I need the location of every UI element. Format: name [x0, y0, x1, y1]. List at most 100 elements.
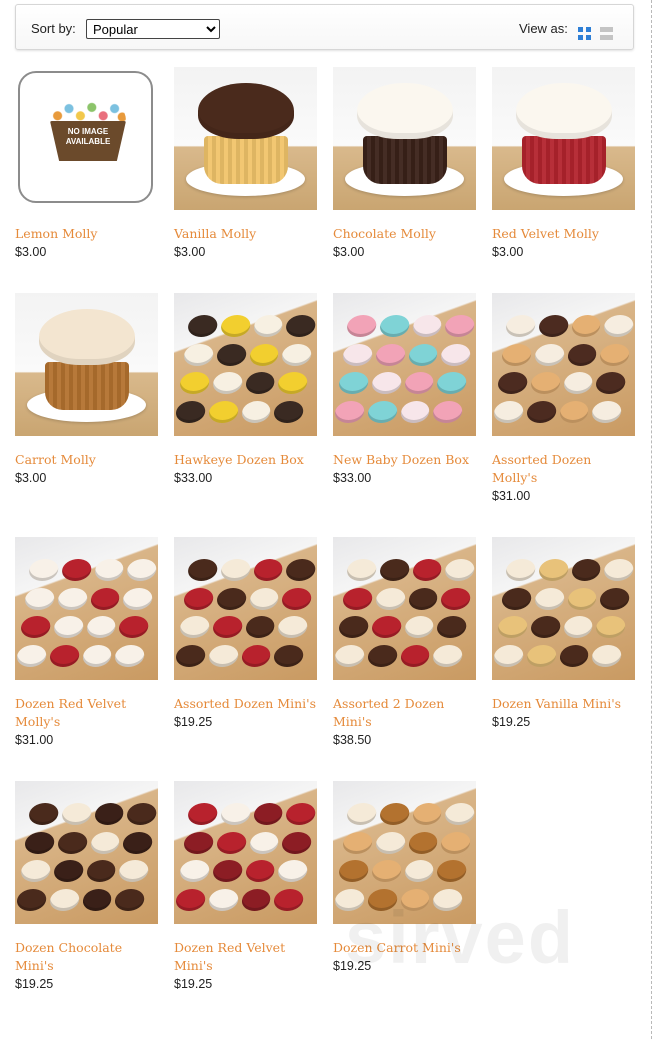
product-image[interactable] [492, 537, 635, 680]
product-image[interactable] [333, 537, 476, 680]
cupcake-in-box [252, 803, 284, 825]
product-card[interactable]: Dozen Vanilla Mini's $19.25 [492, 537, 635, 731]
product-card[interactable]: Red Velvet Molly $3.00 [492, 67, 635, 261]
list-view-icon[interactable] [600, 27, 613, 40]
product-card[interactable]: New Baby Dozen Box $33.00 [333, 293, 476, 487]
cupcake-box-contents [492, 315, 635, 425]
cupcake-in-box [121, 831, 154, 854]
cupcake-in-box [525, 400, 558, 423]
product-price: $3.00 [15, 471, 47, 485]
cupcake-in-box [117, 616, 150, 638]
cupcake-in-box [248, 343, 280, 366]
cupcake-in-box [52, 860, 85, 882]
product-image[interactable] [333, 293, 476, 436]
product-card[interactable]: Vanilla Molly $3.00 [174, 67, 317, 261]
cupcake-in-box [411, 803, 443, 825]
cupcake-in-box [533, 343, 566, 366]
product-image[interactable] [174, 293, 317, 436]
cupcake-in-box [60, 803, 93, 825]
product-name-link[interactable]: Dozen Red Velvet Molly's [15, 695, 158, 731]
cupcake-in-box [174, 644, 207, 667]
view-as-label: View as: [519, 21, 568, 36]
sort-select[interactable]: Popular [86, 19, 220, 39]
cupcake-in-box [558, 400, 590, 423]
product-name-link[interactable]: Red Velvet Molly [492, 225, 635, 243]
product-price: $33.00 [174, 471, 213, 485]
sprinkles-icon [50, 99, 126, 123]
product-card[interactable]: Dozen Red Velvet Mini's $19.25 [174, 781, 317, 993]
product-image[interactable] [174, 67, 317, 210]
product-image[interactable] [15, 537, 158, 680]
cupcake-in-box [537, 559, 570, 581]
product-name-link[interactable]: Dozen Red Velvet Mini's [174, 939, 317, 975]
cupcake-in-box [280, 343, 313, 366]
product-name-link[interactable]: Chocolate Molly [333, 225, 476, 243]
page-edge-divider [651, 0, 652, 1039]
cupcake-in-box [56, 831, 89, 854]
cupcake-in-box [280, 831, 313, 854]
product-card[interactable]: Assorted Dozen Molly's $31.00 [492, 293, 635, 505]
cupcake-in-box [337, 616, 370, 638]
cupcake-in-box [341, 587, 374, 610]
product-name-link[interactable]: Assorted 2 Dozen Mini's [333, 695, 476, 731]
product-price: $3.00 [15, 245, 47, 259]
cupcake-in-box [439, 831, 472, 854]
cupcake-in-box [529, 372, 562, 394]
cupcake-in-box [280, 587, 313, 610]
cupcake-in-box [52, 616, 85, 638]
product-card[interactable]: Dozen Red Velvet Molly's $31.00 [15, 537, 158, 749]
product-card[interactable]: Assorted 2 Dozen Mini's $38.50 [333, 537, 476, 749]
cupcake-in-box [533, 587, 566, 610]
product-image[interactable]: NO IMAGE AVAILABLE [15, 67, 158, 210]
product-image[interactable] [492, 67, 635, 210]
cupcake-in-box [566, 343, 598, 366]
product-name-link[interactable]: Assorted Dozen Molly's [492, 451, 635, 487]
product-price: $19.25 [492, 715, 531, 729]
cupcake-in-box [590, 400, 623, 423]
cupcake-in-box [403, 860, 435, 882]
product-name-link[interactable]: Dozen Chocolate Mini's [15, 939, 158, 975]
product-name-link[interactable]: Assorted Dozen Mini's [174, 695, 317, 713]
product-image[interactable] [333, 781, 476, 924]
product-card[interactable]: Chocolate Molly $3.00 [333, 67, 476, 261]
frosting-shape [357, 83, 453, 139]
product-name-link[interactable]: Dozen Vanilla Mini's [492, 695, 635, 713]
product-card[interactable]: NO IMAGE AVAILABLE Lemon Molly $3.00 [15, 67, 158, 261]
cupcake-in-box [244, 860, 276, 882]
product-image[interactable] [174, 537, 317, 680]
product-name-link[interactable]: Dozen Carrot Mini's [333, 939, 476, 957]
cupcake-in-box [272, 400, 305, 423]
cupcake-in-box [215, 343, 248, 366]
product-card[interactable]: Dozen Carrot Mini's $19.25 [333, 781, 476, 975]
cupcake-in-box [598, 587, 631, 610]
product-image[interactable] [15, 293, 158, 436]
cupcake-in-box [240, 888, 272, 911]
product-name-link[interactable]: Vanilla Molly [174, 225, 317, 243]
product-image[interactable] [174, 781, 317, 924]
product-name-link[interactable]: Lemon Molly [15, 225, 158, 243]
product-card[interactable]: Carrot Molly $3.00 [15, 293, 158, 487]
cupcake-in-box [215, 831, 248, 854]
product-image[interactable] [15, 781, 158, 924]
cupcake-in-box [504, 559, 537, 581]
cupcake-in-box [594, 616, 627, 638]
cupcake-in-box [182, 343, 215, 366]
product-card[interactable]: Dozen Chocolate Mini's $19.25 [15, 781, 158, 993]
product-card[interactable]: Assorted Dozen Mini's $19.25 [174, 537, 317, 731]
grid-view-icon[interactable] [578, 27, 591, 40]
product-name-link[interactable]: Hawkeye Dozen Box [174, 451, 317, 469]
cupcake-in-box [558, 644, 590, 667]
cupcake-in-box [399, 644, 431, 667]
product-name-link[interactable]: Carrot Molly [15, 451, 158, 469]
product-card[interactable]: Hawkeye Dozen Box $33.00 [174, 293, 317, 487]
cupcake-in-box [121, 587, 154, 610]
cupcake-in-box [374, 831, 407, 854]
product-name-link[interactable]: New Baby Dozen Box [333, 451, 476, 469]
product-image[interactable] [333, 67, 476, 210]
cupcake-in-box [378, 803, 411, 825]
cupcake-in-box [174, 888, 207, 911]
product-image[interactable] [492, 293, 635, 436]
cupcake-in-box [407, 343, 439, 366]
cupcake-in-box [276, 616, 309, 638]
cupcake-in-box [370, 372, 403, 394]
